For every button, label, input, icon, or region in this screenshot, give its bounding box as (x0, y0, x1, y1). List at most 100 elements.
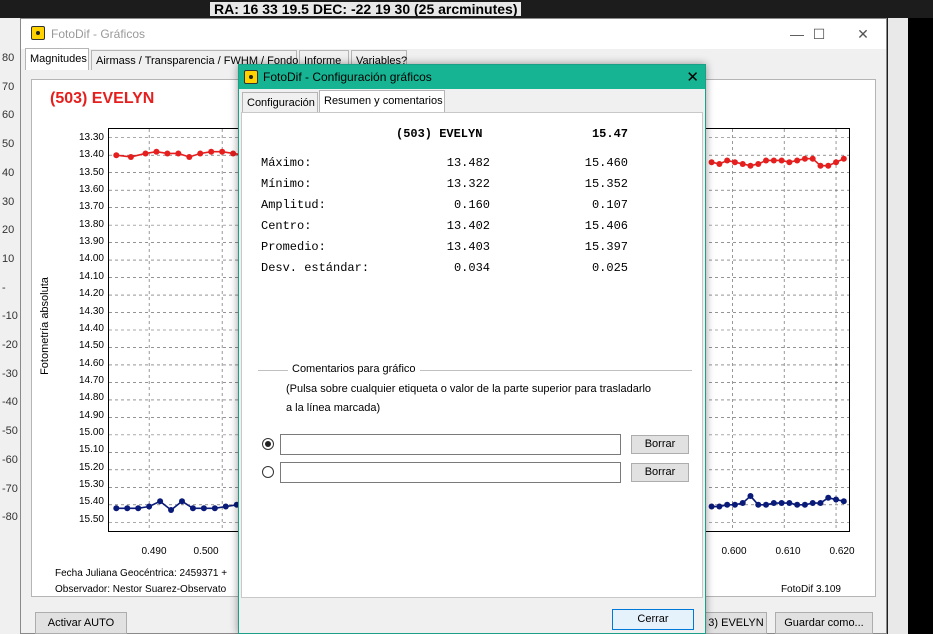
tab-resumen[interactable]: Resumen y comentarios (319, 90, 445, 113)
cerrar-button[interactable]: Cerrar (612, 609, 694, 630)
stat-value-2[interactable]: 0.107 (568, 198, 628, 212)
series-point-2[interactable] (747, 493, 754, 500)
comment2-input[interactable] (280, 462, 621, 483)
series-point-1[interactable] (197, 150, 204, 157)
series-point-1[interactable] (801, 155, 808, 162)
series-point-2[interactable] (135, 505, 142, 512)
series-point-1[interactable] (739, 160, 746, 167)
stat-value-2[interactable]: 15.460 (568, 156, 628, 170)
series-point-2[interactable] (146, 503, 153, 510)
stat-label[interactable]: Promedio: (261, 240, 326, 254)
stat-value-2[interactable]: 15.352 (568, 177, 628, 191)
series-point-1[interactable] (716, 160, 723, 167)
y-tick-label: 14.10 (78, 270, 104, 282)
series-point-1[interactable] (164, 150, 171, 157)
series-point-2[interactable] (817, 500, 824, 507)
tab-magnitudes[interactable]: Magnitudes (25, 48, 89, 70)
series-point-2[interactable] (755, 501, 762, 508)
series-point-1[interactable] (175, 150, 182, 157)
series-point-2[interactable] (724, 501, 731, 508)
series-point-1[interactable] (153, 148, 160, 155)
tab-configuracion[interactable]: Configuración (242, 92, 318, 112)
series-point-1[interactable] (219, 148, 226, 155)
stat-value-1[interactable]: 13.482 (432, 156, 490, 170)
series-point-1[interactable] (755, 160, 762, 167)
series-point-1[interactable] (809, 155, 816, 162)
stat-value-1[interactable]: 13.322 (432, 177, 490, 191)
stat-value-1[interactable]: 13.403 (432, 240, 490, 254)
series-point-2[interactable] (716, 503, 723, 510)
series-point-1[interactable] (142, 150, 149, 157)
series-point-1[interactable] (113, 152, 120, 159)
stat-value-2[interactable]: 15.406 (568, 219, 628, 233)
series-point-1[interactable] (127, 153, 134, 160)
guardar-como-button[interactable]: Guardar como... (775, 612, 873, 634)
series-point-1[interactable] (840, 155, 847, 162)
series-point-2[interactable] (179, 498, 185, 505)
series-point-1[interactable] (731, 159, 738, 166)
series-point-2[interactable] (708, 503, 715, 510)
series-point-2[interactable] (739, 500, 746, 507)
series-point-1[interactable] (230, 150, 237, 157)
stat-label[interactable]: Mínimo: (261, 177, 311, 191)
stat-value-2[interactable]: 0.025 (568, 261, 628, 275)
series-point-1[interactable] (778, 157, 785, 164)
series-point-2[interactable] (840, 498, 847, 505)
series-point-2[interactable] (786, 500, 793, 507)
series-point-1[interactable] (770, 157, 777, 164)
comment1-radio[interactable] (262, 438, 274, 450)
dialog-title: FotoDif - Configuración gráficos (263, 70, 432, 84)
series-point-2[interactable] (200, 505, 207, 512)
series-point-1[interactable] (763, 157, 770, 164)
activar-auto-button[interactable]: Activar AUTO (35, 612, 127, 634)
summary-object[interactable]: (503) EVELYN (396, 127, 482, 141)
stat-value-1[interactable]: 0.034 (432, 261, 490, 275)
series-point-1[interactable] (186, 153, 193, 160)
series-point-2[interactable] (168, 507, 175, 514)
series-point-1[interactable] (794, 157, 801, 164)
series-point-2[interactable] (825, 494, 832, 501)
series-point-2[interactable] (211, 505, 218, 512)
series-point-2[interactable] (833, 496, 840, 503)
series-point-1[interactable] (833, 159, 840, 166)
close-button[interactable]: ✕ (843, 23, 883, 45)
hint-line-2: a la línea marcada) (286, 402, 381, 414)
stat-label[interactable]: Centro: (261, 219, 311, 233)
stat-label[interactable]: Máximo: (261, 156, 311, 170)
series-point-2[interactable] (124, 505, 131, 512)
stat-value-2[interactable]: 15.397 (568, 240, 628, 254)
comment2-radio[interactable] (262, 466, 274, 478)
series-point-1[interactable] (825, 162, 832, 169)
series-point-1[interactable] (817, 162, 824, 169)
series-point-2[interactable] (731, 501, 738, 508)
series-point-1[interactable] (747, 162, 754, 169)
borrar1-button[interactable]: Borrar (631, 435, 689, 454)
series-point-2[interactable] (763, 501, 770, 508)
series-point-2[interactable] (770, 500, 777, 507)
series-point-2[interactable] (189, 505, 196, 512)
series-point-1[interactable] (708, 159, 715, 166)
series-point-2[interactable] (222, 503, 229, 510)
series-point-2[interactable] (113, 505, 120, 512)
graficos-titlebar: FotoDif - Gráficos — ☐ ✕ (21, 19, 886, 49)
series-point-2[interactable] (794, 501, 801, 508)
series-point-2[interactable] (809, 500, 816, 507)
series-point-1[interactable] (208, 148, 215, 155)
borrar2-button[interactable]: Borrar (631, 463, 689, 482)
y-tick-label: 15.50 (78, 513, 104, 525)
background-top: RA: 16 33 19.5 DEC: -22 19 30 (25 arcmin… (0, 0, 933, 18)
object-evelyn-button[interactable]: 3) EVELYN (705, 612, 767, 634)
series-point-1[interactable] (786, 159, 793, 166)
maximize-button[interactable]: ☐ (799, 23, 839, 45)
stat-label[interactable]: Desv. estándar: (261, 261, 369, 275)
series-point-1[interactable] (724, 157, 731, 164)
series-point-2[interactable] (157, 498, 164, 505)
stat-value-1[interactable]: 0.160 (432, 198, 490, 212)
stat-value-1[interactable]: 13.402 (432, 219, 490, 233)
stat-label[interactable]: Amplitud: (261, 198, 326, 212)
summary-comp[interactable]: 15.47 (576, 127, 628, 141)
series-point-2[interactable] (778, 500, 785, 507)
series-point-2[interactable] (801, 501, 808, 508)
dialog-close-icon[interactable]: ✕ (686, 68, 699, 86)
comment1-input[interactable] (280, 434, 621, 455)
